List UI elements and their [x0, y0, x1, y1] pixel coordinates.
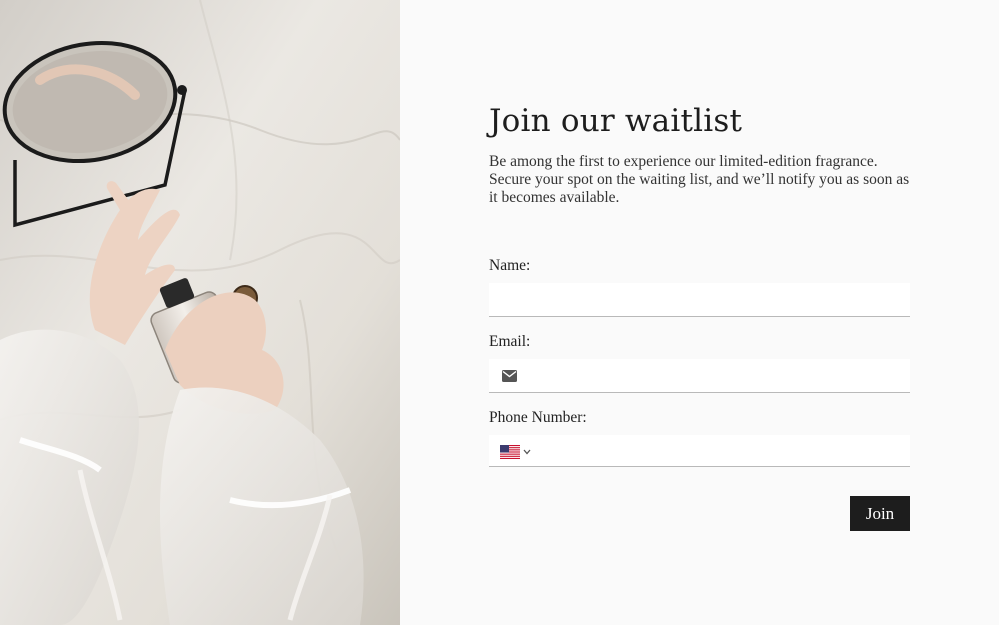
email-label: Email:	[489, 333, 531, 350]
join-button[interactable]: Join	[850, 496, 910, 531]
email-field-group: Email:	[489, 332, 910, 393]
email-input[interactable]	[489, 359, 910, 392]
chevron-down-icon	[523, 449, 531, 455]
waitlist-form: Join our waitlist Be among the first to …	[489, 100, 910, 531]
name-input-wrapper	[489, 283, 910, 317]
form-panel: Join our waitlist Be among the first to …	[400, 0, 999, 625]
perfume-photo	[0, 0, 400, 625]
name-field-group: Name:	[489, 256, 910, 317]
country-code-selector[interactable]	[500, 444, 531, 460]
phone-input-wrapper	[489, 435, 910, 467]
waitlist-page: Join our waitlist Be among the first to …	[0, 0, 999, 625]
name-input[interactable]	[489, 283, 910, 316]
phone-label: Phone Number:	[489, 409, 587, 426]
phone-field-group: Phone Number:	[489, 408, 910, 467]
envelope-icon	[502, 370, 517, 382]
email-input-wrapper	[489, 359, 910, 393]
page-description: Be among the first to experience our lim…	[489, 153, 910, 206]
phone-input[interactable]	[489, 435, 910, 466]
name-label: Name:	[489, 257, 531, 274]
page-title: Join our waitlist	[489, 103, 743, 139]
hero-photo	[0, 0, 400, 625]
us-flag-icon	[500, 445, 520, 459]
